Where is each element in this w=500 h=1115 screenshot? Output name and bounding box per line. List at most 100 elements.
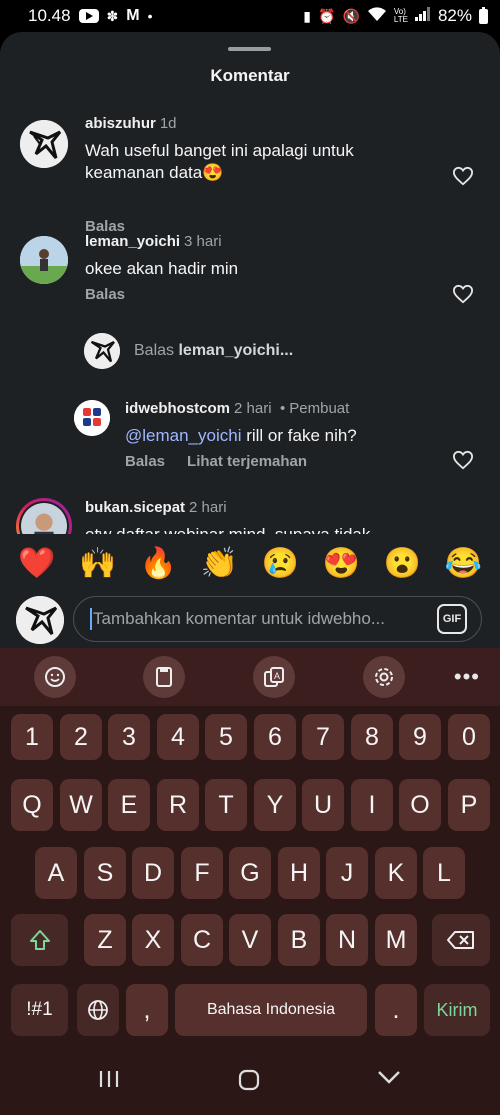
backspace-key[interactable]	[432, 914, 490, 966]
dot-icon: •	[147, 8, 153, 24]
keyboard-settings-button[interactable]	[363, 656, 405, 698]
key-s[interactable]: S	[84, 847, 126, 899]
key-8[interactable]: 8	[351, 714, 393, 760]
home-icon[interactable]	[238, 1069, 260, 1091]
key-0[interactable]: 0	[448, 714, 490, 760]
wifi-icon	[367, 6, 387, 27]
language-key[interactable]	[77, 984, 119, 1036]
comment-text-line2: keamanan data😍	[85, 163, 224, 182]
reply-prompt[interactable]: Balas leman_yoichi...	[84, 333, 293, 369]
key-g[interactable]: G	[229, 847, 271, 899]
key-y[interactable]: Y	[254, 779, 296, 831]
reply-button[interactable]: Balas	[85, 286, 125, 303]
emoji-crying[interactable]: 😢	[262, 546, 299, 581]
comment-username[interactable]: bukan.sicepat	[85, 499, 185, 516]
key-f[interactable]: F	[181, 847, 223, 899]
key-v[interactable]: V	[229, 914, 271, 966]
volte-icon: Vo) LTE	[393, 7, 408, 24]
emoji-heart-eyes[interactable]: 😍	[323, 546, 360, 581]
send-key[interactable]: Kirim	[424, 984, 490, 1036]
emoji-clap[interactable]: 👏	[201, 546, 238, 581]
key-o[interactable]: O	[399, 779, 441, 831]
avatar[interactable]	[74, 400, 110, 436]
reply-username[interactable]: idwebhostcom	[125, 400, 230, 417]
emoji-keyboard-button[interactable]	[34, 656, 76, 698]
key-m[interactable]: M	[375, 914, 417, 966]
smiley-icon	[45, 667, 65, 687]
reply-time: 2 hari	[234, 400, 272, 417]
key-l[interactable]: L	[423, 847, 465, 899]
emoji-heart[interactable]: ❤️	[18, 546, 55, 581]
key-h[interactable]: H	[278, 847, 320, 899]
key-k[interactable]: K	[375, 847, 417, 899]
my-avatar	[16, 596, 64, 644]
mention-link[interactable]: @leman_yoichi	[125, 426, 241, 445]
emoji-fire[interactable]: 🔥	[140, 546, 177, 581]
key-7[interactable]: 7	[302, 714, 344, 760]
key-x[interactable]: X	[132, 914, 174, 966]
like-heart-icon[interactable]	[452, 450, 474, 470]
comment-item: leman_yoichi 3 hari okee akan hadir min B…	[0, 232, 500, 312]
emoji-raised-hands[interactable]: 🙌	[79, 546, 116, 581]
status-bar: 10.48 ✽ M • ▮ ⏰ 🔇 Vo) LTE 82%	[0, 0, 500, 32]
key-p[interactable]: P	[448, 779, 490, 831]
emoji-surprised[interactable]: 😮	[384, 546, 421, 581]
translate-tool-button[interactable]: A	[253, 656, 295, 698]
key-n[interactable]: N	[326, 914, 368, 966]
comment-input[interactable]: Tambahkan komentar untuk idwebho... GIF	[73, 596, 482, 642]
key-2[interactable]: 2	[60, 714, 102, 760]
key-1[interactable]: 1	[11, 714, 53, 760]
key-q[interactable]: Q	[11, 779, 53, 831]
comment-time: 2 hari	[189, 499, 227, 516]
sheet-title: Komentar	[210, 66, 290, 85]
key-9[interactable]: 9	[399, 714, 441, 760]
comment-item: abiszuhur 1d Wah useful banget ini apalag…	[0, 112, 500, 235]
gif-button[interactable]: GIF	[437, 604, 467, 634]
backspace-icon	[447, 931, 474, 949]
battery-saver-icon: ▮	[303, 8, 312, 24]
svg-text:A: A	[274, 671, 280, 681]
avatar[interactable]	[20, 236, 68, 284]
key-b[interactable]: B	[278, 914, 320, 966]
comment-text-line1: Wah useful banget ini apalagi untuk	[85, 141, 354, 160]
key-e[interactable]: E	[108, 779, 150, 831]
period-key[interactable]: .	[375, 984, 417, 1036]
key-t[interactable]: T	[205, 779, 247, 831]
comment-username[interactable]: abiszuhur	[85, 115, 156, 132]
like-heart-icon[interactable]	[452, 166, 474, 186]
space-key[interactable]: Bahasa Indonesia	[175, 984, 367, 1036]
key-6[interactable]: 6	[254, 714, 296, 760]
like-heart-icon[interactable]	[452, 284, 474, 304]
key-5[interactable]: 5	[205, 714, 247, 760]
comma-key[interactable]: ,	[126, 984, 168, 1036]
reply-text: rill or fake nih?	[241, 426, 357, 445]
key-3[interactable]: 3	[108, 714, 150, 760]
avatar[interactable]	[20, 120, 68, 168]
reply-button[interactable]: Balas	[125, 453, 165, 470]
comment-username[interactable]: leman_yoichi	[85, 233, 180, 250]
drag-handle[interactable]	[228, 47, 271, 51]
key-r[interactable]: R	[157, 779, 199, 831]
key-d[interactable]: D	[132, 847, 174, 899]
signal-icon	[414, 6, 431, 26]
key-i[interactable]: I	[351, 779, 393, 831]
key-a[interactable]: A	[35, 847, 77, 899]
key-z[interactable]: Z	[84, 914, 126, 966]
more-options-button[interactable]: •••	[454, 664, 480, 690]
key-w[interactable]: W	[60, 779, 102, 831]
key-j[interactable]: J	[326, 847, 368, 899]
emoji-laughing[interactable]: 😂	[445, 546, 482, 581]
back-chevron-icon[interactable]	[377, 1069, 401, 1085]
key-c[interactable]: C	[181, 914, 223, 966]
clipboard-button[interactable]	[143, 656, 185, 698]
flower-icon: ✽	[106, 8, 119, 24]
recents-icon[interactable]	[98, 1069, 120, 1089]
key-u[interactable]: U	[302, 779, 344, 831]
globe-icon	[88, 1000, 108, 1020]
key-4[interactable]: 4	[157, 714, 199, 760]
symbols-key[interactable]: !#1	[11, 984, 68, 1036]
shift-key[interactable]	[11, 914, 68, 966]
comment-time: 3 hari	[184, 233, 222, 250]
gear-icon	[375, 668, 393, 686]
translate-button[interactable]: Lihat terjemahan	[187, 453, 307, 470]
